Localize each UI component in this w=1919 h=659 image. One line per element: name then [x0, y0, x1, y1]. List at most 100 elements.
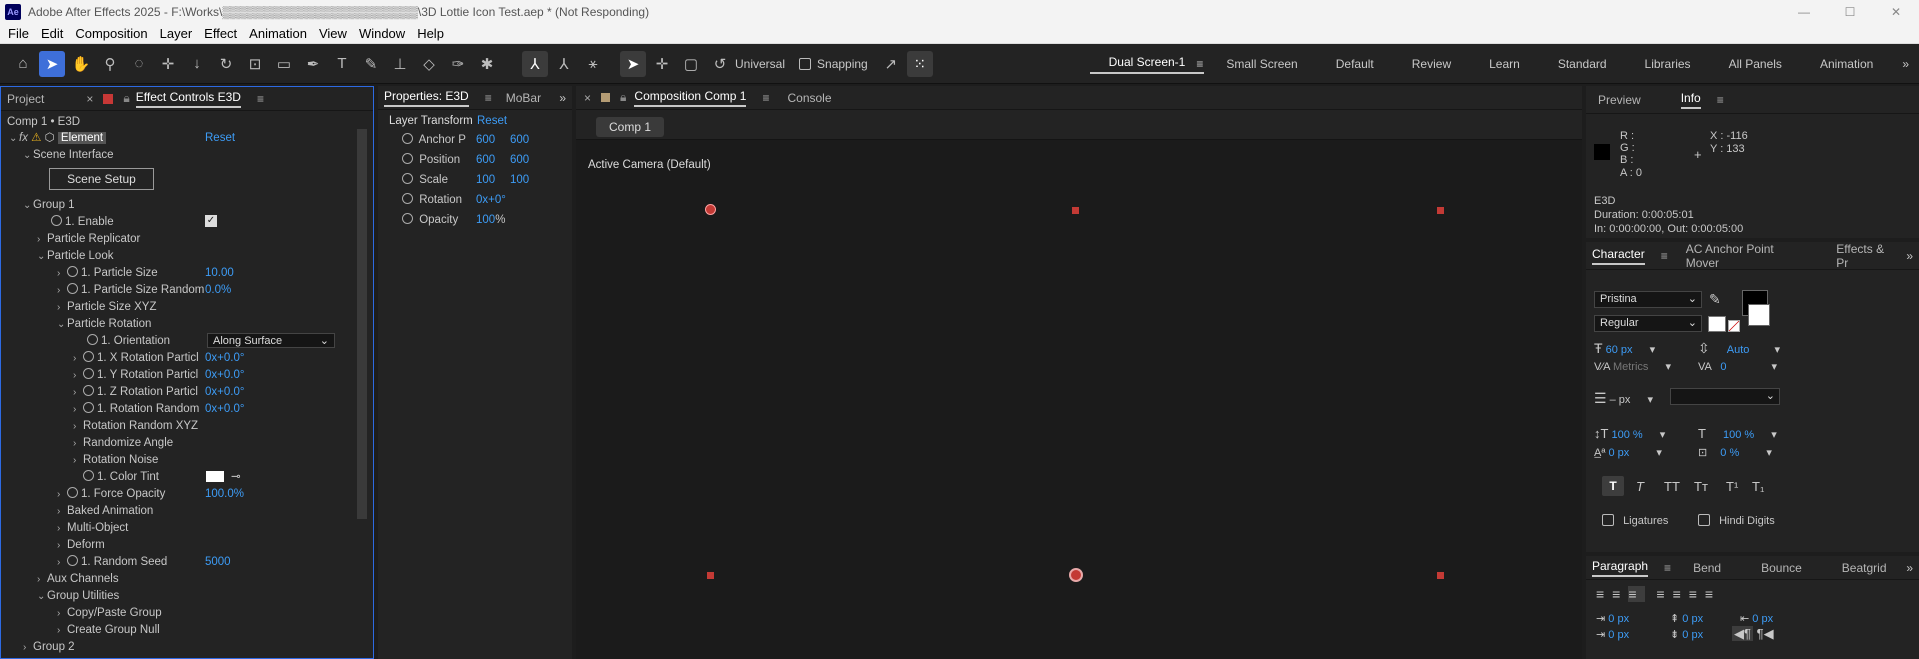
- force-opacity-value[interactable]: 100.0%: [205, 487, 244, 501]
- panel-overflow-icon[interactable]: »: [1906, 249, 1913, 263]
- faux-bold-icon[interactable]: T: [1602, 476, 1624, 496]
- rotate-tool-icon[interactable]: ↻: [213, 51, 239, 77]
- orbit-camera-icon[interactable]: ◌: [126, 51, 152, 77]
- layer-handle-bottom-left[interactable]: [707, 572, 714, 579]
- comp-viewer[interactable]: [576, 146, 1582, 659]
- hindi-digits-checkbox[interactable]: [1698, 514, 1710, 526]
- pen-tool-icon[interactable]: ✒: [300, 51, 326, 77]
- particle-rotation-row[interactable]: ⌄ Particle Rotation: [57, 317, 151, 331]
- eyedropper-icon[interactable]: ✎: [1709, 291, 1721, 308]
- menu-composition[interactable]: Composition: [69, 26, 153, 41]
- deform-row[interactable]: › Deform: [57, 538, 105, 552]
- z-rotation-value[interactable]: 0x+0.0°: [205, 385, 244, 399]
- world-axis-icon[interactable]: ⅄: [551, 51, 577, 77]
- workspace-review[interactable]: Review: [1393, 57, 1470, 71]
- multi-object-row[interactable]: › Multi-Object: [57, 521, 128, 535]
- tab-bend[interactable]: Bend: [1693, 561, 1721, 575]
- menu-file[interactable]: File: [2, 26, 35, 41]
- color-tint-swatch[interactable]: [206, 471, 224, 482]
- layer-handle-top-left[interactable]: [705, 204, 716, 215]
- panel-menu-icon[interactable]: ≡: [485, 91, 492, 105]
- stroke-style-dropdown[interactable]: ⌄: [1670, 388, 1780, 405]
- effect-row-element[interactable]: ⌄ fx ⚠ ⬡ Element: [9, 131, 107, 145]
- particle-size-value[interactable]: 10.00: [205, 266, 234, 280]
- close-tab-icon[interactable]: ×: [584, 91, 591, 105]
- tab-character[interactable]: Character: [1592, 247, 1645, 265]
- white-black-swatch-icon[interactable]: [1708, 316, 1726, 332]
- tab-effects-presets[interactable]: Effects & Pr: [1836, 242, 1896, 270]
- aux-channels-row[interactable]: › Aux Channels: [37, 572, 119, 586]
- type-tool-icon[interactable]: T: [329, 51, 355, 77]
- particle-replicator-row[interactable]: › Particle Replicator: [37, 232, 140, 246]
- effect-reset-link[interactable]: Reset: [205, 131, 235, 145]
- close-icon[interactable]: ✕: [1873, 0, 1919, 24]
- maximize-icon[interactable]: ☐: [1827, 0, 1873, 24]
- position-x[interactable]: 600: [476, 153, 495, 167]
- home-icon[interactable]: ⌂: [10, 51, 36, 77]
- group1-row[interactable]: ⌄ Group 1: [23, 198, 75, 212]
- tab-effect-controls[interactable]: Effect Controls E3D: [135, 90, 241, 108]
- layer-handle-bottom-right[interactable]: [1437, 572, 1444, 579]
- puppet-pin-icon[interactable]: ✱: [474, 51, 500, 77]
- menu-edit[interactable]: Edit: [35, 26, 69, 41]
- menu-window[interactable]: Window: [353, 26, 411, 41]
- workspace-dual-screen[interactable]: Dual Screen-1: [1089, 55, 1205, 74]
- workspace-standard[interactable]: Standard: [1539, 57, 1626, 71]
- brush-tool-icon[interactable]: ✎: [358, 51, 384, 77]
- font-style-dropdown[interactable]: Regular ⌄: [1594, 315, 1702, 332]
- selection-tool-icon[interactable]: ➤: [39, 50, 65, 77]
- transform-reset-link[interactable]: Reset: [477, 114, 507, 128]
- layer-handle-top-center[interactable]: [1072, 207, 1079, 214]
- dolly-camera-icon[interactable]: ↓: [184, 51, 210, 77]
- particle-size-xyz-row[interactable]: › Particle Size XYZ: [57, 300, 156, 314]
- local-axis-icon[interactable]: ⅄: [522, 50, 548, 77]
- workspace-animation[interactable]: Animation: [1801, 57, 1892, 71]
- tab-preview[interactable]: Preview: [1598, 93, 1641, 107]
- comp-breadcrumb-button[interactable]: Comp 1: [596, 117, 664, 137]
- subscript-icon[interactable]: T₁: [1752, 479, 1764, 494]
- random-seed-value[interactable]: 5000: [205, 555, 231, 569]
- small-caps-icon[interactable]: Tт: [1694, 479, 1708, 494]
- create-group-null-row[interactable]: › Create Group Null: [57, 623, 160, 637]
- orientation-dropdown[interactable]: Along Surface ⌄: [207, 333, 335, 348]
- font-family-dropdown[interactable]: Pristina ⌄: [1594, 291, 1702, 308]
- tab-project[interactable]: Project: [7, 92, 44, 106]
- workspace-learn[interactable]: Learn: [1470, 57, 1539, 71]
- panel-menu-icon[interactable]: ≡: [1717, 93, 1724, 107]
- particle-look-row[interactable]: ⌄ Particle Look: [37, 249, 113, 263]
- menu-help[interactable]: Help: [411, 26, 450, 41]
- eraser-tool-icon[interactable]: ◇: [416, 51, 442, 77]
- tab-paragraph[interactable]: Paragraph: [1592, 559, 1649, 577]
- scrollbar[interactable]: [357, 129, 367, 519]
- minimize-icon[interactable]: —: [1781, 0, 1827, 24]
- tab-composition[interactable]: Composition Comp 1: [634, 89, 747, 107]
- randomize-angle-row[interactable]: › Randomize Angle: [73, 436, 173, 450]
- 3d-rotate-icon[interactable]: ↺: [707, 51, 733, 77]
- opacity-value[interactable]: 100%: [476, 213, 505, 227]
- scale-y[interactable]: 100: [510, 173, 529, 187]
- eyedropper-icon[interactable]: ⊸: [231, 470, 241, 484]
- scale-x[interactable]: 100: [476, 173, 495, 187]
- view-axis-icon[interactable]: ⚹: [580, 51, 606, 77]
- rectangle-tool-icon[interactable]: ▭: [271, 51, 297, 77]
- snap-grid-icon[interactable]: ⁙: [906, 50, 933, 77]
- tab-properties[interactable]: Properties: E3D: [384, 89, 469, 107]
- stroke-color-swatch[interactable]: [1748, 304, 1770, 326]
- lock-icon[interactable]: 🔒︎: [620, 90, 626, 105]
- tab-info[interactable]: Info: [1680, 91, 1701, 109]
- scene-setup-button[interactable]: Scene Setup: [49, 168, 154, 190]
- rotation-noise-row[interactable]: › Rotation Noise: [73, 453, 158, 467]
- workspace-menu-icon[interactable]: ≡: [1192, 57, 1207, 71]
- 3d-move-icon[interactable]: ✛: [649, 51, 675, 77]
- tab-mobar[interactable]: MoBar: [506, 91, 541, 105]
- rotation-value[interactable]: 0x+0°: [476, 193, 506, 207]
- alignment-buttons[interactable]: ≡≡≡ ≡≡≡≡: [1596, 586, 1721, 602]
- panel-menu-icon[interactable]: ≡: [257, 92, 264, 106]
- rotation-random-xyz-row[interactable]: › Rotation Random XYZ: [73, 419, 198, 433]
- panel-overflow-icon[interactable]: »: [1906, 561, 1913, 575]
- panel-menu-icon[interactable]: ≡: [762, 91, 769, 105]
- x-rotation-value[interactable]: 0x+0.0°: [205, 351, 244, 365]
- scene-interface-row[interactable]: ⌄ Scene Interface: [23, 148, 114, 162]
- clone-stamp-icon[interactable]: ⊥: [387, 51, 413, 77]
- ligatures-checkbox[interactable]: [1602, 514, 1614, 526]
